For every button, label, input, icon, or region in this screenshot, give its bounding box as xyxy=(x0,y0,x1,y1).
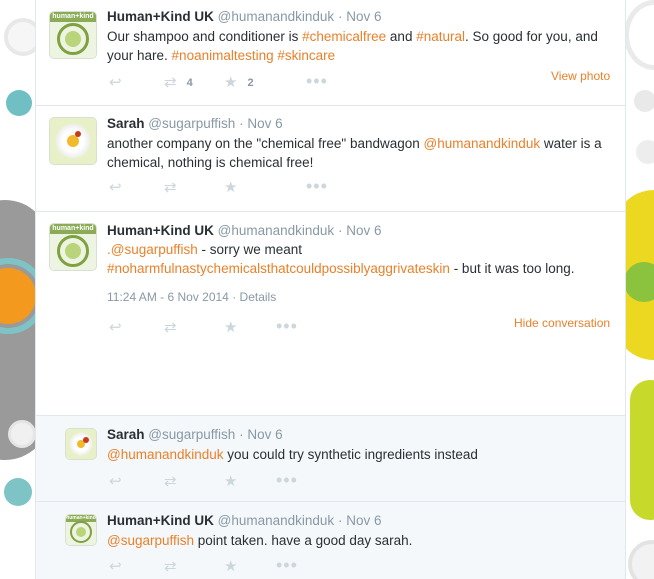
star-icon[interactable]: ★ xyxy=(224,180,237,196)
star-icon[interactable]: ★ xyxy=(224,320,237,336)
author-handle[interactable]: @humanandkinduk xyxy=(218,513,335,528)
tweet-header: Human+Kind UK @humanandkinduk · Nov 6 xyxy=(107,9,382,24)
mention-link[interactable]: @sugarpuffish xyxy=(107,533,194,548)
reply-icon[interactable]: ↩ xyxy=(109,320,122,336)
retweet-icon: ⇄ xyxy=(164,74,177,91)
retweet-icon[interactable]: ⇄ xyxy=(164,320,177,336)
hide-conversation-link[interactable]: Hide conversation xyxy=(514,316,610,330)
more-icon[interactable]: ••• xyxy=(276,317,298,335)
retweet-icon[interactable]: ⇄ xyxy=(164,474,177,490)
tweet-text: Our shampoo and conditioner is #chemical… xyxy=(107,27,612,65)
reply-icon[interactable]: ↩ xyxy=(109,474,122,490)
more-icon[interactable]: ••• xyxy=(276,471,298,489)
tweet-text: another company on the "chemical free" b… xyxy=(107,134,612,172)
avatar[interactable]: human+kind xyxy=(49,223,97,271)
reply-tweet[interactable]: human+kind Human+Kind UK @humanandkinduk… xyxy=(36,502,625,579)
tweet-text-segment: point taken. have a good day sarah. xyxy=(194,533,413,548)
tweet-header: Human+Kind UK @humanandkinduk · Nov 6 xyxy=(107,513,382,528)
daisy-avatar-image xyxy=(66,429,96,459)
reply-icon[interactable]: ↩ xyxy=(109,559,122,575)
mention-link[interactable]: .@sugarpuffish xyxy=(107,242,198,257)
reply-icon[interactable]: ↩ xyxy=(109,75,122,91)
human-kind-logo: human+kind xyxy=(66,515,96,545)
conversation-timeline: human+kind Human+Kind UK @humanandkinduk… xyxy=(35,0,626,579)
author-name[interactable]: Human+Kind UK xyxy=(107,9,214,24)
more-icon[interactable]: ••• xyxy=(306,177,328,195)
author-name[interactable]: Human+Kind UK xyxy=(107,513,214,528)
details-link[interactable]: Details xyxy=(240,290,277,304)
avatar[interactable]: human+kind xyxy=(65,514,97,546)
author-handle[interactable]: @sugarpuffish xyxy=(148,116,235,131)
avatar[interactable]: human+kind xyxy=(49,11,97,59)
hashtag-link[interactable]: #natural xyxy=(416,29,465,44)
tweet-text: @sugarpuffish point taken. have a good d… xyxy=(107,531,612,550)
retweet-icon[interactable]: ⇄ xyxy=(164,559,177,575)
date-separator: · xyxy=(239,427,244,442)
hashtag-link[interactable]: #chemicalfree xyxy=(302,29,386,44)
human-kind-logo: human+kind xyxy=(50,12,96,58)
tweet-date[interactable]: Nov 6 xyxy=(247,427,282,442)
reply-tweet[interactable]: Sarah @sugarpuffish · Nov 6 @humanandkin… xyxy=(36,416,625,502)
tweet-date[interactable]: Nov 6 xyxy=(346,513,381,528)
author-handle[interactable]: @sugarpuffish xyxy=(148,427,235,442)
tweet-text-segment: and xyxy=(386,29,417,44)
hashtag-link[interactable]: #skincare xyxy=(277,48,335,63)
author-name[interactable]: Sarah xyxy=(107,427,145,442)
human-kind-logo: human+kind xyxy=(50,224,96,270)
tweet-text-segment: another company on the "chemical free" b… xyxy=(107,136,424,151)
more-icon[interactable]: ••• xyxy=(276,556,298,574)
tweet-header: Sarah @sugarpuffish · Nov 6 xyxy=(107,116,283,131)
tweet-text-segment: Our shampoo and conditioner is xyxy=(107,29,303,44)
star-icon: ★ xyxy=(224,74,238,91)
author-name[interactable]: Human+Kind UK xyxy=(107,223,214,238)
tweet-text: @humanandkinduk you could try synthetic … xyxy=(107,445,612,464)
favorite-count: 2 xyxy=(247,77,254,89)
favorite-button[interactable]: ★ 2 xyxy=(224,75,254,91)
reply-icon[interactable]: ↩ xyxy=(109,180,122,196)
tweet-expanded[interactable]: human+kind Human+Kind UK @humanandkinduk… xyxy=(36,212,625,416)
tweet[interactable]: human+kind Human+Kind UK @humanandkinduk… xyxy=(36,0,625,106)
date-separator: · xyxy=(337,223,343,238)
retweet-icon[interactable]: ⇄ xyxy=(164,180,177,196)
date-separator: · xyxy=(337,513,343,528)
daisy-avatar-image xyxy=(50,118,96,164)
tweet-date[interactable]: Nov 6 xyxy=(346,9,381,24)
hashtag-link[interactable]: #noharmfulnastychemicalsthatcouldpossibl… xyxy=(107,261,450,276)
tweet-date[interactable]: Nov 6 xyxy=(346,223,381,238)
tweet-header: Sarah @sugarpuffish · Nov 6 xyxy=(107,427,283,442)
view-photo-link[interactable]: View photo xyxy=(551,69,610,83)
details-separator: · xyxy=(232,290,237,304)
tweet-timestamp-row: 11:24 AM - 6 Nov 2014 · Details xyxy=(107,290,276,304)
retweet-count: 4 xyxy=(186,77,193,89)
avatar[interactable] xyxy=(65,428,97,460)
tweet-text-segment: you could try synthetic ingredients inst… xyxy=(223,447,478,462)
author-handle[interactable]: @humanandkinduk xyxy=(218,223,335,238)
more-icon[interactable]: ••• xyxy=(306,72,328,90)
tweet-text: .@sugarpuffish - sorry we meant #noharmf… xyxy=(107,240,617,278)
mention-link[interactable]: @humanandkinduk xyxy=(107,447,224,462)
mention-link[interactable]: @humanandkinduk xyxy=(424,136,541,151)
date-separator: · xyxy=(337,9,343,24)
tweet-text-segment: - but it was too long. xyxy=(449,261,575,276)
hashtag-link[interactable]: #noanimaltesting xyxy=(172,48,274,63)
date-separator: · xyxy=(239,116,244,131)
tweet-timestamp: 11:24 AM - 6 Nov 2014 xyxy=(107,290,229,304)
tweet[interactable]: Sarah @sugarpuffish · Nov 6 another comp… xyxy=(36,106,625,212)
author-handle[interactable]: @humanandkinduk xyxy=(218,9,335,24)
avatar[interactable] xyxy=(49,117,97,165)
author-name[interactable]: Sarah xyxy=(107,116,145,131)
tweet-date[interactable]: Nov 6 xyxy=(247,116,282,131)
retweet-button[interactable]: ⇄ 4 xyxy=(164,75,193,91)
tweet-header: Human+Kind UK @humanandkinduk · Nov 6 xyxy=(107,223,382,238)
tweet-text-segment: - sorry we meant xyxy=(197,242,303,257)
star-icon[interactable]: ★ xyxy=(224,559,237,575)
star-icon[interactable]: ★ xyxy=(224,474,237,490)
